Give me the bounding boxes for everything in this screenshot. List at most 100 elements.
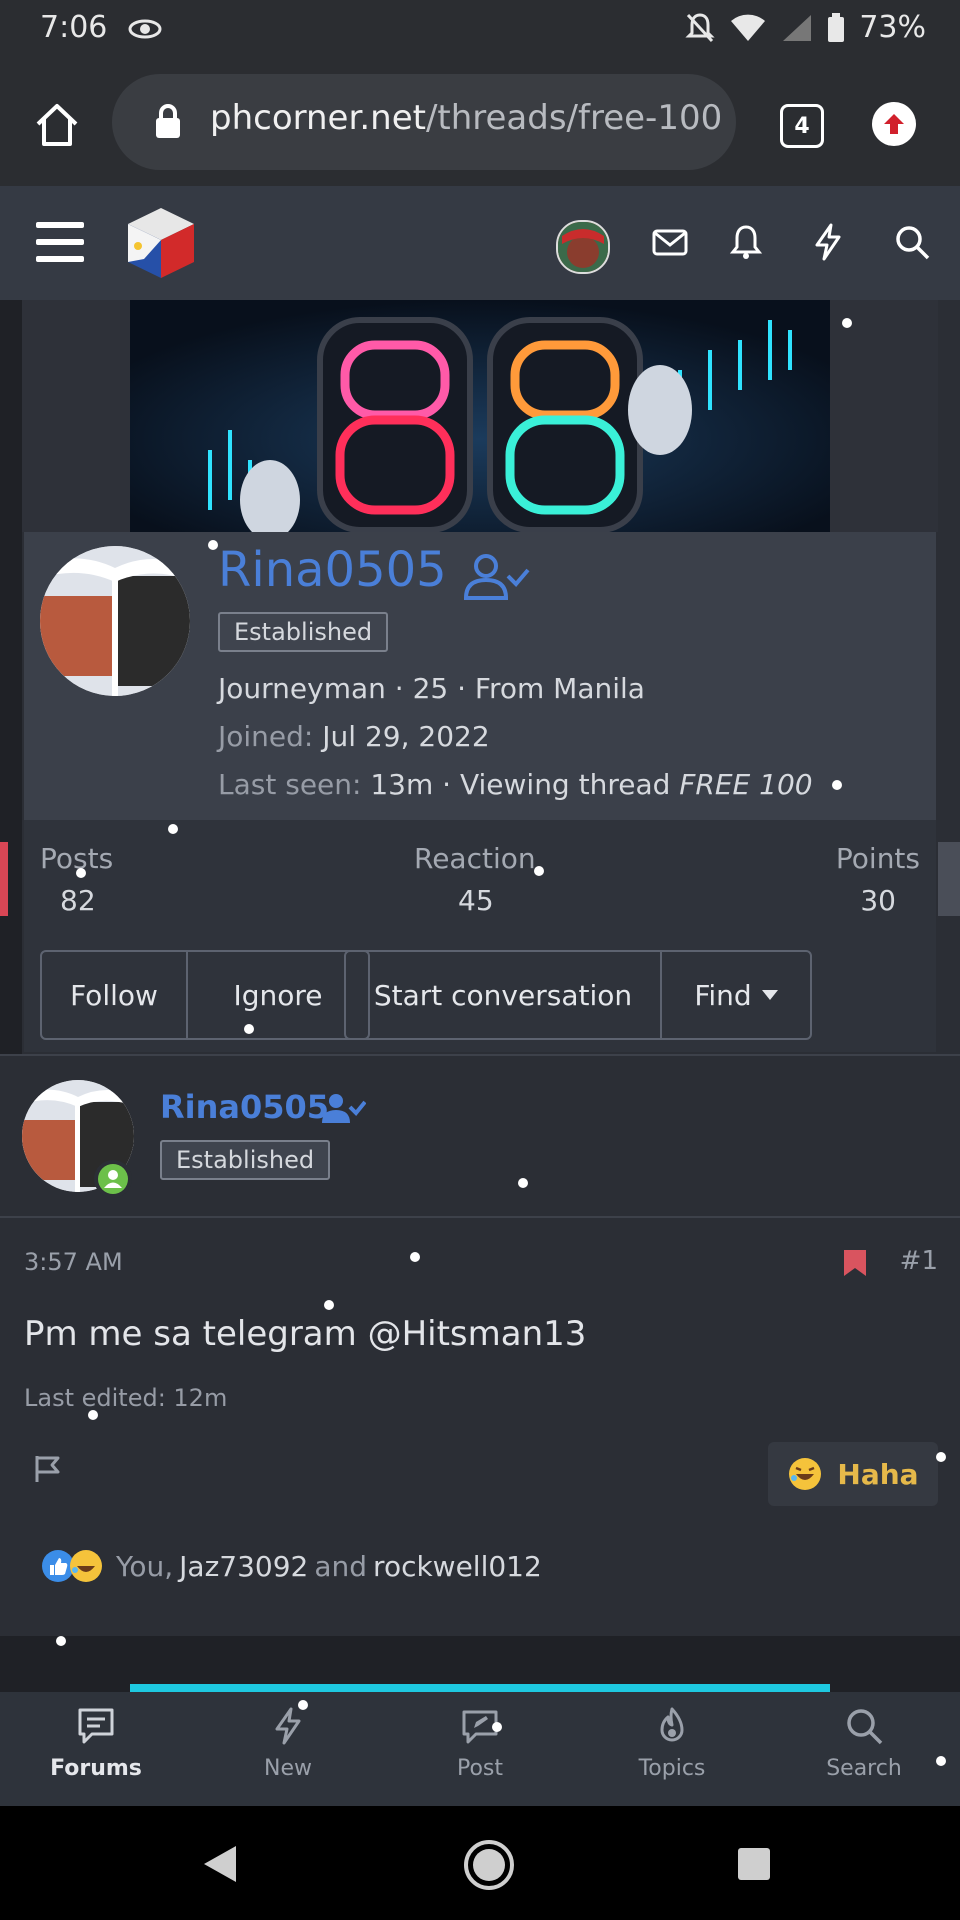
nav-new-label: New	[264, 1756, 312, 1781]
post-body: 3:57 AM #1 Pm me sa telegram @Hitsman13 …	[0, 1216, 960, 1638]
left-edge	[0, 300, 22, 1060]
ignore-button[interactable]: Ignore	[186, 952, 368, 1038]
address-bar[interactable]: phcorner.net/threads/free-100	[112, 74, 736, 170]
home-circle-icon[interactable]	[462, 1838, 516, 1892]
snow-particle	[832, 780, 842, 790]
url-text: phcorner.net/threads/free-100	[210, 98, 722, 138]
bookmark-icon[interactable]	[842, 1248, 868, 1278]
site-logo[interactable]	[122, 204, 200, 282]
snow-particle	[298, 1700, 308, 1710]
snow-particle	[324, 1300, 334, 1310]
haha-reaction-icon	[70, 1550, 102, 1582]
reaction-user-2[interactable]: rockwell012	[373, 1550, 542, 1583]
snow-particle	[168, 824, 178, 834]
accent-line	[130, 1684, 830, 1692]
menu-icon[interactable]	[36, 222, 84, 262]
lock-icon	[156, 104, 180, 138]
snow-particle	[936, 1452, 946, 1462]
nav-post-label: Post	[456, 1756, 504, 1781]
nav-post[interactable]: Post	[410, 1706, 550, 1781]
search-icon	[847, 1709, 883, 1745]
status-bar: 7:06 73%	[0, 0, 960, 62]
post-author-badge: Established	[160, 1140, 331, 1180]
banner-gutter-left	[22, 300, 130, 532]
member-username[interactable]: Rina0505	[218, 542, 447, 598]
snow-particle	[76, 868, 86, 878]
member-last-seen: Last seen: 13m · Viewing thread FREE 100	[218, 768, 813, 801]
snow-particle	[208, 540, 218, 550]
nav-search-label: Search	[826, 1756, 902, 1781]
nav-topics-label: Topics	[638, 1756, 706, 1781]
user-avatar[interactable]	[556, 220, 610, 274]
bell-icon[interactable]	[726, 222, 766, 262]
stat-points-value[interactable]: 30	[860, 884, 896, 917]
tabs-button[interactable]: 4	[780, 104, 824, 148]
member-tooltip-card: Rina0505 Established Journeyman · 25 · F…	[24, 532, 936, 1052]
stat-reaction-value[interactable]: 45	[458, 884, 494, 917]
member-joined: Joined: Jul 29, 2022	[218, 720, 490, 753]
reaction-user-1[interactable]: Jaz73092	[179, 1550, 308, 1583]
site-header	[0, 186, 960, 300]
update-button[interactable]	[872, 102, 916, 146]
last-seen-label: Last seen:	[218, 768, 362, 801]
reaction-summary[interactable]: You, Jaz73092 and rockwell012	[40, 1548, 542, 1584]
fire-icon	[660, 1707, 684, 1742]
start-conversation-button[interactable]: Start conversation	[346, 952, 660, 1038]
banner-gutter-right	[830, 300, 938, 532]
status-time: 7:06	[40, 10, 108, 45]
find-label: Find	[694, 978, 752, 1012]
stat-points-label: Points	[835, 842, 920, 875]
user-check-icon	[464, 554, 530, 600]
follow-ignore-group: Follow Ignore	[40, 950, 370, 1040]
forums-icon	[78, 1708, 114, 1744]
last-seen-value: 13m · Viewing thread	[370, 768, 671, 801]
snow-particle	[88, 1410, 98, 1420]
post-number[interactable]: #1	[900, 1246, 938, 1276]
search-icon[interactable]	[892, 222, 932, 262]
snow-particle	[518, 1178, 528, 1188]
post-message: Pm me sa telegram @Hitsman13	[24, 1314, 587, 1354]
member-stats: Posts 82 Reaction 45 Points 30 Follow Ig…	[24, 820, 936, 1052]
post-author-block: Rina0505 Established	[0, 1054, 960, 1218]
online-user-icon	[98, 1164, 128, 1194]
nav-search[interactable]: Search	[794, 1706, 934, 1781]
snow-particle	[410, 1252, 420, 1262]
bottom-navigation: Forums New Post Topics Search	[0, 1692, 960, 1806]
arrow-up-icon	[884, 114, 904, 134]
snow-particle	[244, 1024, 254, 1034]
report-flag-icon[interactable]	[34, 1454, 64, 1484]
online-status	[94, 1160, 132, 1198]
haha-reaction-button[interactable]: Haha	[768, 1442, 938, 1506]
post-author-name[interactable]: Rina0505	[160, 1088, 329, 1126]
last-seen-thread[interactable]: FREE 100	[679, 768, 812, 801]
joined-value: Jul 29, 2022	[322, 720, 490, 753]
nav-forums[interactable]: Forums	[26, 1706, 166, 1781]
mail-icon[interactable]	[650, 222, 690, 262]
follow-button[interactable]: Follow	[42, 952, 186, 1038]
user-check-icon	[322, 1094, 366, 1123]
side-marker	[0, 842, 8, 916]
lightning-icon[interactable]	[808, 222, 848, 262]
url-path: /threads/free-100	[425, 98, 723, 138]
android-navigation-bar	[0, 1806, 960, 1920]
conversation-find-group: Start conversation Find	[344, 950, 812, 1040]
banner-image	[130, 300, 830, 532]
post-time[interactable]: 3:57 AM	[24, 1248, 123, 1276]
battery-icon	[828, 12, 845, 42]
stat-reaction-label: Reaction	[414, 842, 536, 875]
url-domain: phcorner.net	[210, 98, 426, 138]
home-icon[interactable]	[32, 100, 82, 150]
nav-topics[interactable]: Topics	[602, 1706, 742, 1781]
member-badge: Established	[218, 612, 389, 652]
snow-particle	[534, 866, 544, 876]
browser-toolbar: phcorner.net/threads/free-100 4	[0, 62, 960, 186]
member-avatar[interactable]	[40, 546, 190, 696]
find-button[interactable]: Find	[660, 952, 810, 1038]
recents-icon[interactable]	[736, 1846, 772, 1882]
stat-posts-value[interactable]: 82	[60, 884, 96, 917]
haha-label: Haha	[837, 1457, 919, 1491]
nav-new[interactable]: New	[218, 1706, 358, 1781]
member-info: Journeyman · 25 · From Manila	[218, 672, 645, 705]
back-icon[interactable]	[200, 1844, 240, 1884]
snow-particle	[936, 1756, 946, 1766]
